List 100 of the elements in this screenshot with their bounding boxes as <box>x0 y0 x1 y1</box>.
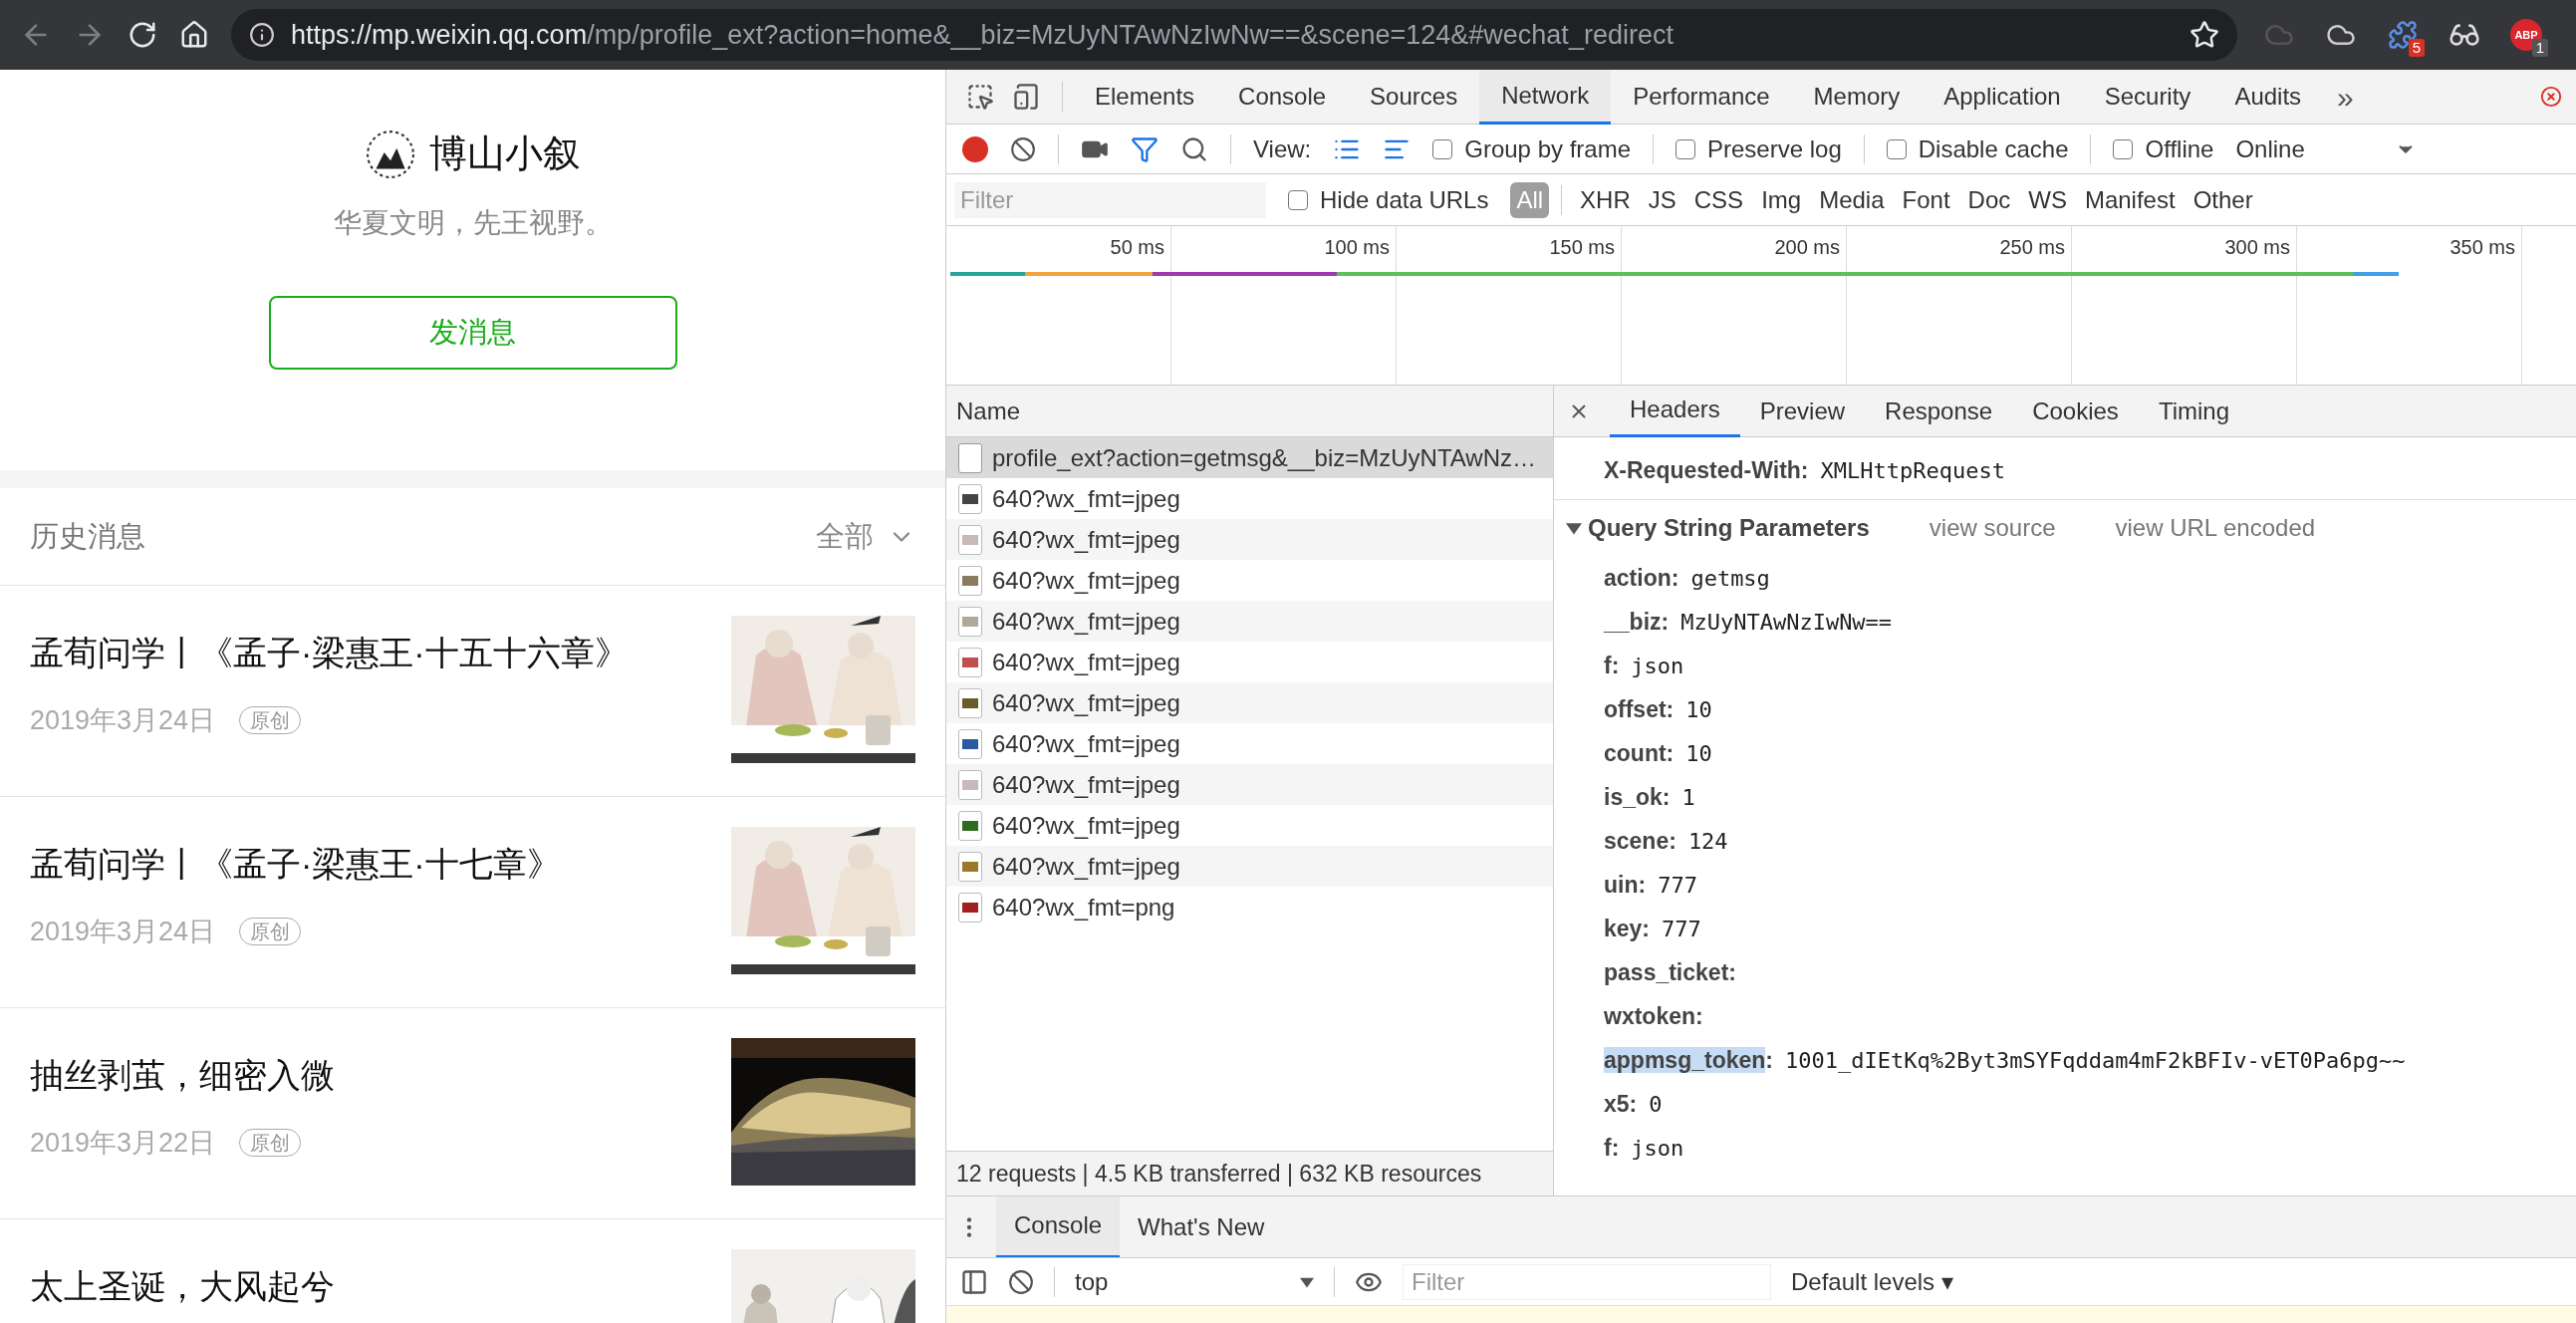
section-header[interactable]: Query String Parameters <box>1566 510 1870 546</box>
image-thumbnail-icon <box>958 565 982 596</box>
filter-input[interactable]: Filter <box>954 181 1266 218</box>
checkbox-label: Group by frame <box>1464 133 1631 164</box>
type-filter[interactable]: WS <box>2022 181 2073 218</box>
request-name: 640?wx_fmt=jpeg <box>992 524 1180 555</box>
type-filter[interactable]: Doc <box>1961 181 2017 218</box>
column-header[interactable]: Name <box>956 393 1021 429</box>
request-row[interactable]: 640?wx_fmt=jpeg <box>946 764 1553 805</box>
request-row[interactable]: 640?wx_fmt=jpeg <box>946 846 1553 887</box>
devtools-tab[interactable]: Security <box>2082 69 2213 125</box>
detail-tab[interactable]: Timing <box>2138 385 2249 437</box>
param-name: action: <box>1604 563 1679 593</box>
clear-console-icon[interactable] <box>1008 1268 1034 1295</box>
type-filter[interactable]: Manifest <box>2078 181 2182 218</box>
bookmark-star-icon[interactable] <box>2190 20 2219 50</box>
devtools-tab[interactable]: Audits <box>2212 69 2324 125</box>
checkbox-label: Preserve log <box>1707 133 1842 164</box>
type-filter[interactable]: Img <box>1755 181 1808 218</box>
inspect-icon[interactable] <box>966 83 994 111</box>
devtools-tab[interactable]: Performance <box>1611 69 1792 125</box>
info-icon[interactable] <box>249 22 275 48</box>
request-row[interactable]: 640?wx_fmt=jpeg <box>946 682 1553 723</box>
article-title[interactable]: 孟荀问学丨《孟子·梁惠王·十七章》 <box>30 839 561 890</box>
image-thumbnail-icon <box>958 892 982 923</box>
view-link[interactable]: view source <box>1929 510 2056 546</box>
type-filter[interactable]: JS <box>1642 181 1682 218</box>
console-filter-input[interactable]: Filter <box>1403 1263 1771 1300</box>
checkbox-label: Hide data URLs <box>1320 184 1489 215</box>
close-icon[interactable] <box>2540 86 2562 108</box>
article-title[interactable]: 抽丝剥茧，细密入微 <box>30 1050 335 1101</box>
reload-icon[interactable] <box>128 20 157 50</box>
checkbox-label: Disable cache <box>1918 133 2069 164</box>
type-filter[interactable]: CSS <box>1687 181 1750 218</box>
request-row[interactable]: 640?wx_fmt=jpeg <box>946 519 1553 560</box>
request-name: 640?wx_fmt=png <box>992 892 1175 923</box>
request-row[interactable]: 640?wx_fmt=jpeg <box>946 601 1553 642</box>
checkbox[interactable] <box>2113 138 2134 159</box>
checkbox[interactable] <box>1432 138 1453 159</box>
param-name: wxtoken: <box>1604 1001 1703 1031</box>
type-filter[interactable]: Other <box>2187 181 2259 218</box>
request-name: 640?wx_fmt=jpeg <box>992 769 1180 800</box>
type-filter[interactable]: Font <box>1896 181 1956 218</box>
article-title[interactable]: 孟荀问学丨《孟子·梁惠王·十五十六章》 <box>30 628 629 678</box>
view-link[interactable]: view URL encoded <box>2115 510 2316 546</box>
devtools-tab[interactable]: Network <box>1479 69 1612 125</box>
detail-tab[interactable]: Headers <box>1610 385 1740 437</box>
image-thumbnail-icon <box>958 524 982 555</box>
throttle-dropdown[interactable]: Online <box>2235 131 2417 167</box>
checkbox[interactable] <box>1675 138 1695 159</box>
image-thumbnail-icon <box>958 687 982 718</box>
param-name: __biz: <box>1604 607 1670 637</box>
home-icon[interactable] <box>179 20 209 50</box>
request-row[interactable]: profile_ext?action=getmsg&__biz=MzUyNTAwNz… <box>946 437 1553 478</box>
image-thumbnail-icon <box>958 851 982 882</box>
devtools-tab[interactable]: Elements <box>1073 69 1217 125</box>
checkbox[interactable] <box>1886 138 1907 159</box>
filter-icon[interactable] <box>1131 134 1159 163</box>
devtools-tab[interactable]: Sources <box>1348 69 1480 125</box>
sidebar-toggle-icon[interactable] <box>960 1267 988 1296</box>
article-title[interactable]: 太上圣诞，大风起兮 <box>30 1261 335 1312</box>
detail-tab[interactable]: Cookies <box>2012 385 2139 437</box>
detail-tab[interactable]: Preview <box>1739 385 1866 437</box>
devtools-tab[interactable]: Memory <box>1791 69 1923 125</box>
context-dropdown[interactable]: top <box>1075 1263 1314 1300</box>
param-value: 0 <box>1649 1090 1663 1119</box>
devtools-tab[interactable]: Console <box>1216 69 1349 125</box>
detail-tab[interactable]: Response <box>1865 385 2013 437</box>
header-value: XMLHttpRequest <box>1820 456 2005 485</box>
status-summary: 12 requests | 4.5 KB transferred | 632 KB resources <box>956 1159 1482 1189</box>
param-value: 10 <box>1685 695 1712 724</box>
avatar-icon <box>365 129 415 179</box>
param-name: uin: <box>1604 870 1647 900</box>
more-tabs-button[interactable]: » <box>2323 74 2368 120</box>
param-value: MzUyNTAwNzIwNw== <box>1680 608 1893 637</box>
type-filter[interactable]: Media <box>1813 181 1891 218</box>
device-toolbar-icon[interactable] <box>1012 83 1040 111</box>
param-value: 777 <box>1658 871 1697 900</box>
param-name: f: <box>1604 651 1620 680</box>
address-bar[interactable]: https://mp.weixin.qq.com/mp/profile_ext?action=home&__biz=MzUyNTAwNzIwNw==&scene=124&#wechat_redirect <box>231 9 2237 61</box>
param-value: json <box>1631 1134 1684 1163</box>
log-levels-dropdown[interactable]: Default levels ▾ <box>1791 1263 1953 1300</box>
drawer-tab[interactable]: Console <box>996 1195 1121 1258</box>
param-name: f: <box>1604 1133 1620 1163</box>
badge: 5 <box>2408 39 2425 57</box>
record-button[interactable] <box>962 135 988 162</box>
article-date: 2019年3月24日 <box>30 916 216 948</box>
request-name: 640?wx_fmt=jpeg <box>992 810 1180 841</box>
param-name: is_ok: <box>1604 782 1671 812</box>
view-label: View: <box>1253 133 1312 164</box>
type-filter[interactable]: XHR <box>1574 181 1637 218</box>
time-tick-label: 100 ms <box>1324 235 1390 260</box>
devtools-tab[interactable]: Application <box>1922 69 2083 125</box>
filter-dropdown[interactable]: 全部 <box>816 514 915 559</box>
checkbox[interactable] <box>1288 189 1308 210</box>
account-name: 博山小叙 <box>428 132 581 176</box>
time-tick-label: 350 ms <box>2449 235 2515 260</box>
clear-icon[interactable] <box>1010 135 1036 162</box>
search-icon[interactable] <box>1180 134 1208 163</box>
drawer-tab[interactable]: What's New <box>1120 1195 1283 1258</box>
